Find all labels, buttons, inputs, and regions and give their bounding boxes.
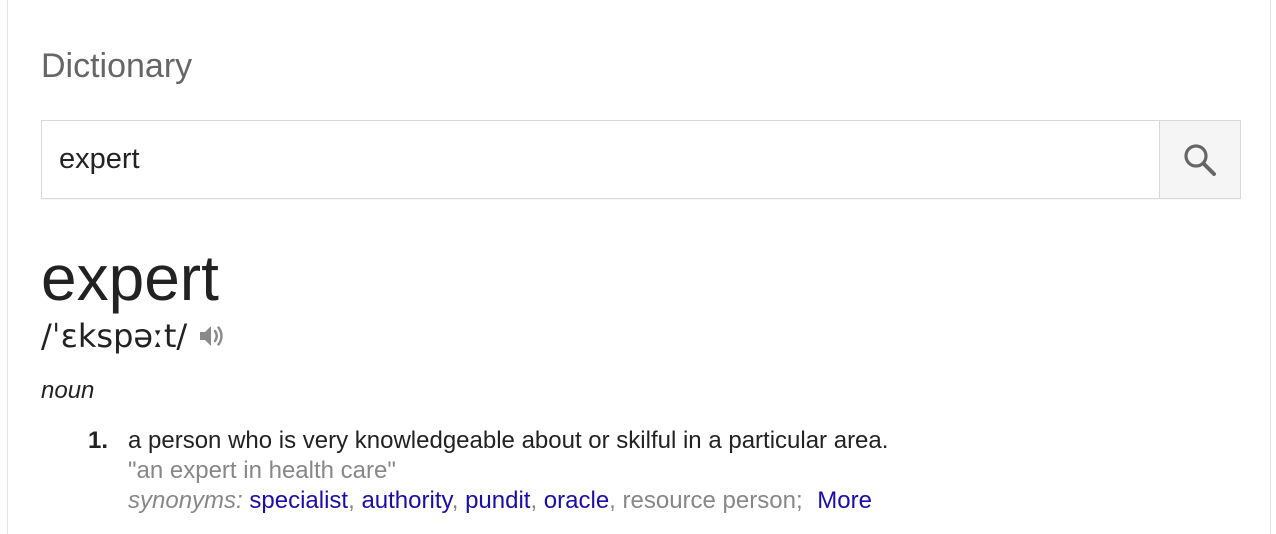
synonyms-label: synonyms: <box>128 487 243 514</box>
search-box <box>41 120 1241 199</box>
search-input[interactable] <box>42 121 1159 198</box>
dictionary-card: Dictionary expert /ˈɛkspəːt/ noun 1. <box>7 0 1271 534</box>
more-synonyms-link[interactable]: More <box>817 487 872 514</box>
headword: expert <box>41 242 219 314</box>
synonyms-row: synonyms: specialist, authority, pundit,… <box>128 487 872 514</box>
sense-body: a person who is very knowledgeable about… <box>128 426 888 516</box>
synonym-link-oracle[interactable]: oracle <box>544 487 609 514</box>
sense-number: 1. <box>88 427 109 454</box>
pronunciation-row: /ˈɛkspəːt/ <box>41 314 227 358</box>
synonym-text-resource-person: resource person <box>622 487 796 514</box>
synonym-link-pundit[interactable]: pundit <box>465 487 530 514</box>
speaker-icon[interactable] <box>197 321 227 351</box>
search-icon <box>1182 142 1218 178</box>
synonym-link-specialist[interactable]: specialist <box>249 487 348 514</box>
example-text: "an expert in health care" <box>128 457 396 484</box>
pronunciation: /ˈɛkspəːt/ <box>41 317 188 355</box>
definition-text: a person who is very knowledgeable about… <box>128 427 889 454</box>
part-of-speech: noun <box>41 377 95 404</box>
synonym-link-authority[interactable]: authority <box>361 487 451 514</box>
card-title: Dictionary <box>41 47 193 85</box>
search-button[interactable] <box>1159 121 1240 198</box>
